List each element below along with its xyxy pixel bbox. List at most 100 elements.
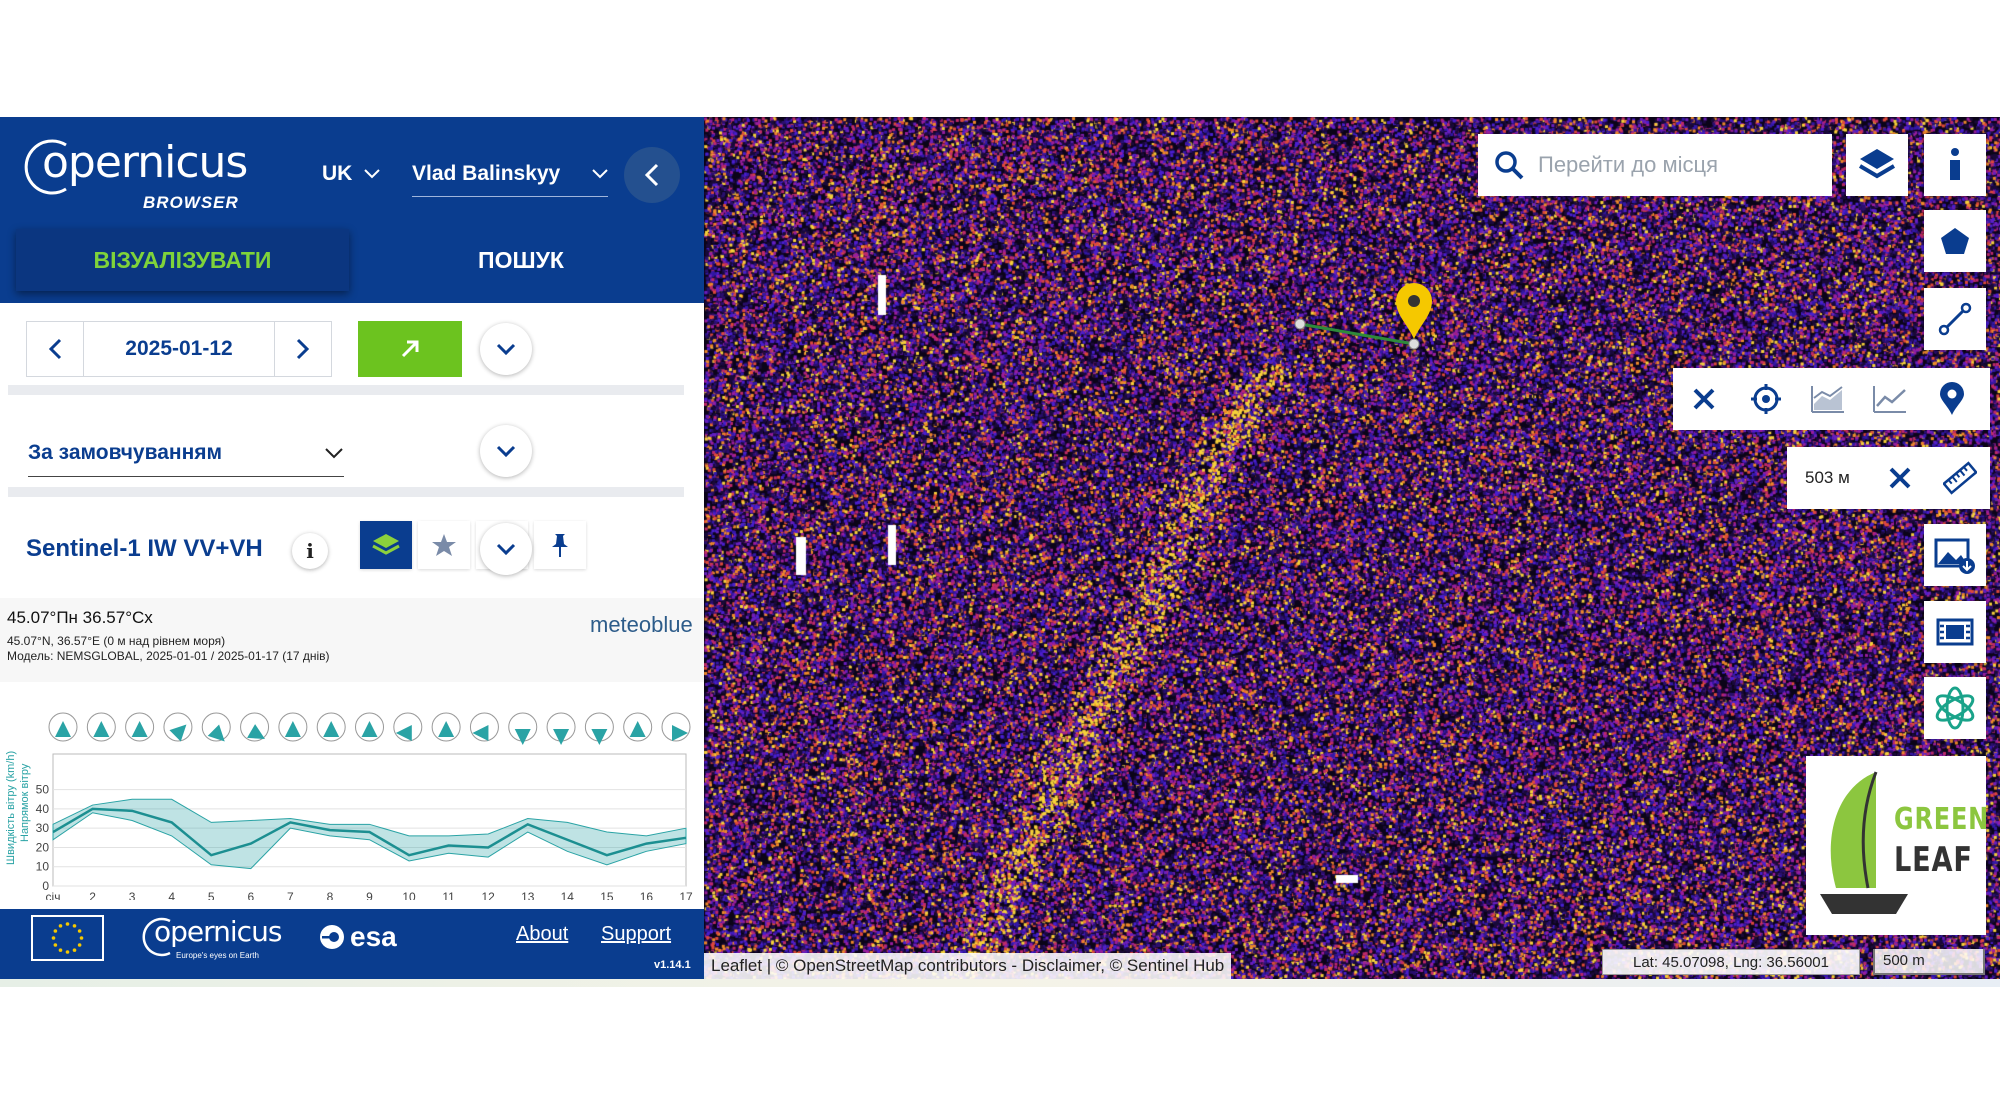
meteo-coordinates: 45.07°N, 36.57°E (0 м над рівнем моря)	[7, 634, 226, 648]
about-link[interactable]: About	[516, 923, 568, 946]
layer-expand-button[interactable]	[480, 523, 532, 575]
measurement-end-point[interactable]	[1408, 338, 1420, 350]
wind-chart: Швидкість вітру (km/h) Напрямок вітру 50…	[5, 712, 693, 900]
layers-icon	[1858, 149, 1896, 179]
language-selector[interactable]: UK	[322, 162, 381, 186]
wind-arrow	[393, 712, 423, 742]
layers-icon	[372, 534, 400, 555]
esa-logo: esa	[318, 921, 397, 953]
wind-speed-range-band	[52, 798, 687, 870]
area-chart-icon	[1811, 386, 1844, 413]
wind-arrow	[584, 712, 614, 745]
meteo-location-title: 45.07°Пн 36.57°Сх	[7, 608, 153, 627]
wind-direction-axis-label: Напрямок вітру	[19, 763, 31, 842]
open-calendar-button[interactable]	[358, 321, 462, 377]
info-icon: i	[306, 539, 314, 563]
search-icon	[1495, 151, 1524, 180]
map-attribution[interactable]: Leaflet | © OpenStreetMap contributors -…	[704, 953, 1232, 979]
chevron-down-icon	[496, 543, 516, 555]
location-pin-icon	[1940, 382, 1964, 415]
pin-button[interactable]	[534, 521, 586, 569]
measurement-start-point[interactable]	[1294, 318, 1306, 330]
measure-button[interactable]	[1930, 447, 1990, 509]
logo-text: Copernicus	[42, 137, 248, 188]
version-label: v1.14.1	[654, 959, 691, 971]
draw-line-button[interactable]	[1924, 288, 1986, 350]
wind-speed-axis-label: Швидкість вітру (km/h)	[5, 751, 17, 865]
ruler-icon	[1943, 461, 1978, 495]
language-value: UK	[322, 162, 353, 185]
poi-toolbar	[1673, 368, 1990, 430]
x-tick-label: 7	[287, 890, 294, 900]
x-tick-label: 8	[327, 890, 334, 900]
theme-selector-row: За замовчуванням	[8, 405, 684, 497]
x-tick-label: 12	[482, 890, 496, 900]
date-expand-button[interactable]	[480, 323, 532, 375]
wind-arrow	[163, 712, 193, 742]
place-marker-button[interactable]	[1921, 368, 1983, 430]
tab-visualize[interactable]: ВІЗУАЛІЗУВАТИ	[16, 229, 349, 291]
remove-poi-button[interactable]	[1673, 368, 1735, 430]
measure-toolbar: 503 м	[1787, 447, 1990, 509]
theme-dropdown[interactable]: За замовчуванням	[28, 429, 344, 477]
x-tick-label: 14	[561, 890, 575, 900]
green-leaf-logo: GREEN LEAF	[1806, 756, 1988, 935]
wind-arrow	[240, 712, 270, 742]
center-on-poi-button[interactable]	[1735, 368, 1797, 430]
eu-flag-logo	[31, 915, 104, 961]
visualize-layer-button[interactable]	[360, 521, 412, 569]
download-image-button[interactable]	[1924, 524, 1986, 586]
draw-polygon-button[interactable]	[1924, 210, 1986, 272]
eu-stars-icon	[51, 922, 84, 954]
location-marker-icon[interactable]	[1396, 283, 1432, 339]
theme-expand-button[interactable]	[480, 425, 532, 477]
side-panel: Copernicus BROWSER UK Vlad Balinskyy ВІЗ…	[0, 117, 704, 979]
layer-info-button[interactable]: i	[292, 533, 328, 569]
clear-measure-button[interactable]	[1871, 447, 1931, 509]
favorite-button[interactable]	[418, 521, 470, 569]
map-view[interactable]: 503 м GREEN LEAF Leaflet | ©	[704, 117, 2000, 979]
crosshair-icon	[1751, 384, 1781, 414]
next-date-button[interactable]	[275, 322, 331, 376]
timelapse-button[interactable]	[1924, 601, 1986, 663]
support-link[interactable]: Support	[601, 923, 671, 946]
search-input[interactable]	[1538, 152, 1818, 178]
ai-assistant-button[interactable]	[1924, 677, 1986, 739]
x-tick-label: 13	[521, 890, 535, 900]
chevron-down-icon	[496, 445, 516, 457]
logo-subtitle: BROWSER	[143, 193, 239, 212]
wind-arrow	[278, 712, 308, 742]
copernicus-browser-logo[interactable]: Copernicus BROWSER	[18, 129, 248, 219]
date-input[interactable]: 2025-01-12	[83, 322, 275, 376]
collapse-panel-button[interactable]	[624, 147, 680, 203]
info-icon	[1950, 148, 1960, 180]
info-button[interactable]	[1924, 134, 1986, 196]
previous-date-button[interactable]	[27, 322, 83, 376]
wind-arrow	[125, 712, 155, 742]
open-external-icon	[401, 340, 419, 358]
x-tick-label: січ	[46, 890, 61, 900]
x-tick-label: 4	[168, 890, 175, 900]
date-selector-row: 2025-01-12	[8, 303, 684, 395]
tab-search[interactable]: ПОШУК	[356, 229, 686, 291]
layers-button[interactable]	[1846, 134, 1908, 196]
x-tick-label: 9	[366, 890, 373, 900]
measurement-line	[1299, 322, 1415, 346]
chevron-down-icon	[364, 169, 381, 179]
y-axis-ticks: 50403020100	[36, 783, 50, 893]
y-tick-label: 40	[36, 802, 50, 816]
footer: Copernicus Europe's eyes on Earth esa Ab…	[0, 909, 704, 979]
wind-arrow	[431, 712, 461, 742]
line-chart-icon	[1873, 386, 1906, 413]
meteoblue-header: 45.07°Пн 36.57°Сх 45.07°N, 36.57°E (0 м …	[0, 598, 704, 682]
statistics-button[interactable]	[1797, 368, 1859, 430]
wind-arrow	[623, 712, 653, 742]
wind-arrow	[508, 712, 538, 745]
chevron-left-icon	[48, 338, 62, 360]
spectral-chart-button[interactable]	[1859, 368, 1921, 430]
user-menu[interactable]: Vlad Balinskyy	[412, 162, 608, 197]
meteoblue-logo[interactable]: meteoblue	[590, 612, 693, 638]
app-frame: Copernicus BROWSER UK Vlad Balinskyy ВІЗ…	[0, 117, 2000, 979]
place-search	[1478, 134, 1832, 196]
y-tick-label: 30	[36, 821, 50, 835]
